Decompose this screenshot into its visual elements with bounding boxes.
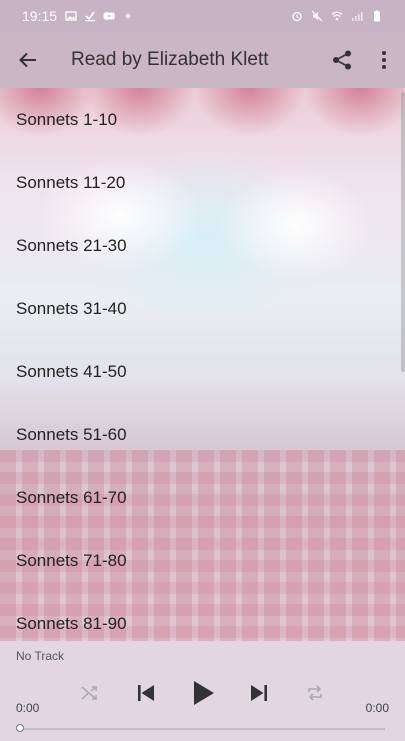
list-item[interactable]: Sonnets 71-80 [0,529,400,592]
list-item[interactable]: Sonnets 81-90 [0,592,400,641]
total-duration: 0:00 [365,701,389,715]
gallery-notification-icon [65,11,77,21]
more-vert-icon [382,51,386,69]
list-item[interactable]: Sonnets 21-30 [0,214,400,277]
alarm-icon [292,11,302,22]
share-icon [333,50,351,70]
dot-notification-icon [126,14,131,18]
mute-icon [311,10,323,22]
skip-next-icon [250,685,267,701]
shuffle-button[interactable] [70,673,110,713]
status-bar: 19:15 [0,0,405,32]
list-item[interactable]: Sonnets 1-10 [0,88,400,151]
signal-icon [352,12,363,21]
list-item[interactable]: Sonnets 51-60 [0,403,400,466]
next-button[interactable] [239,673,279,713]
play-icon [193,681,214,705]
track-name: No Track [16,649,65,663]
wifi-icon [331,11,343,21]
list-item[interactable]: Sonnets 61-70 [0,466,400,529]
list-item[interactable]: Sonnets 11-20 [0,151,400,214]
seek-bar[interactable] [20,728,385,730]
back-button[interactable] [0,32,56,88]
play-button[interactable] [183,673,223,713]
more-options-button[interactable] [363,32,405,88]
list-item[interactable]: Sonnets 41-50 [0,340,400,403]
app-bar: Read by Elizabeth Klett [0,32,405,88]
status-time: 19:15 [22,8,58,24]
share-button[interactable] [321,32,363,88]
elapsed-time: 0:00 [16,701,40,715]
repeat-button[interactable] [295,673,335,713]
chapter-list: Sonnets 1-10 Sonnets 11-20 Sonnets 21-30… [0,88,400,641]
shuffle-icon [81,686,97,700]
youtube-notification-icon [103,12,115,20]
player-bar: No Track 0:00 0:00 [0,641,405,741]
skip-previous-icon [138,685,155,701]
arrow-left-icon [19,52,36,68]
page-title: Read by Elizabeth Klett [71,49,269,70]
battery-icon [374,10,380,22]
list-item[interactable]: Sonnets 31-40 [0,277,400,340]
playback-controls [70,673,335,713]
repeat-icon [308,685,322,701]
previous-button[interactable] [126,673,166,713]
list-scrollbar[interactable] [401,92,405,372]
seek-thumb[interactable] [16,724,24,732]
task-done-notification-icon [85,11,96,22]
